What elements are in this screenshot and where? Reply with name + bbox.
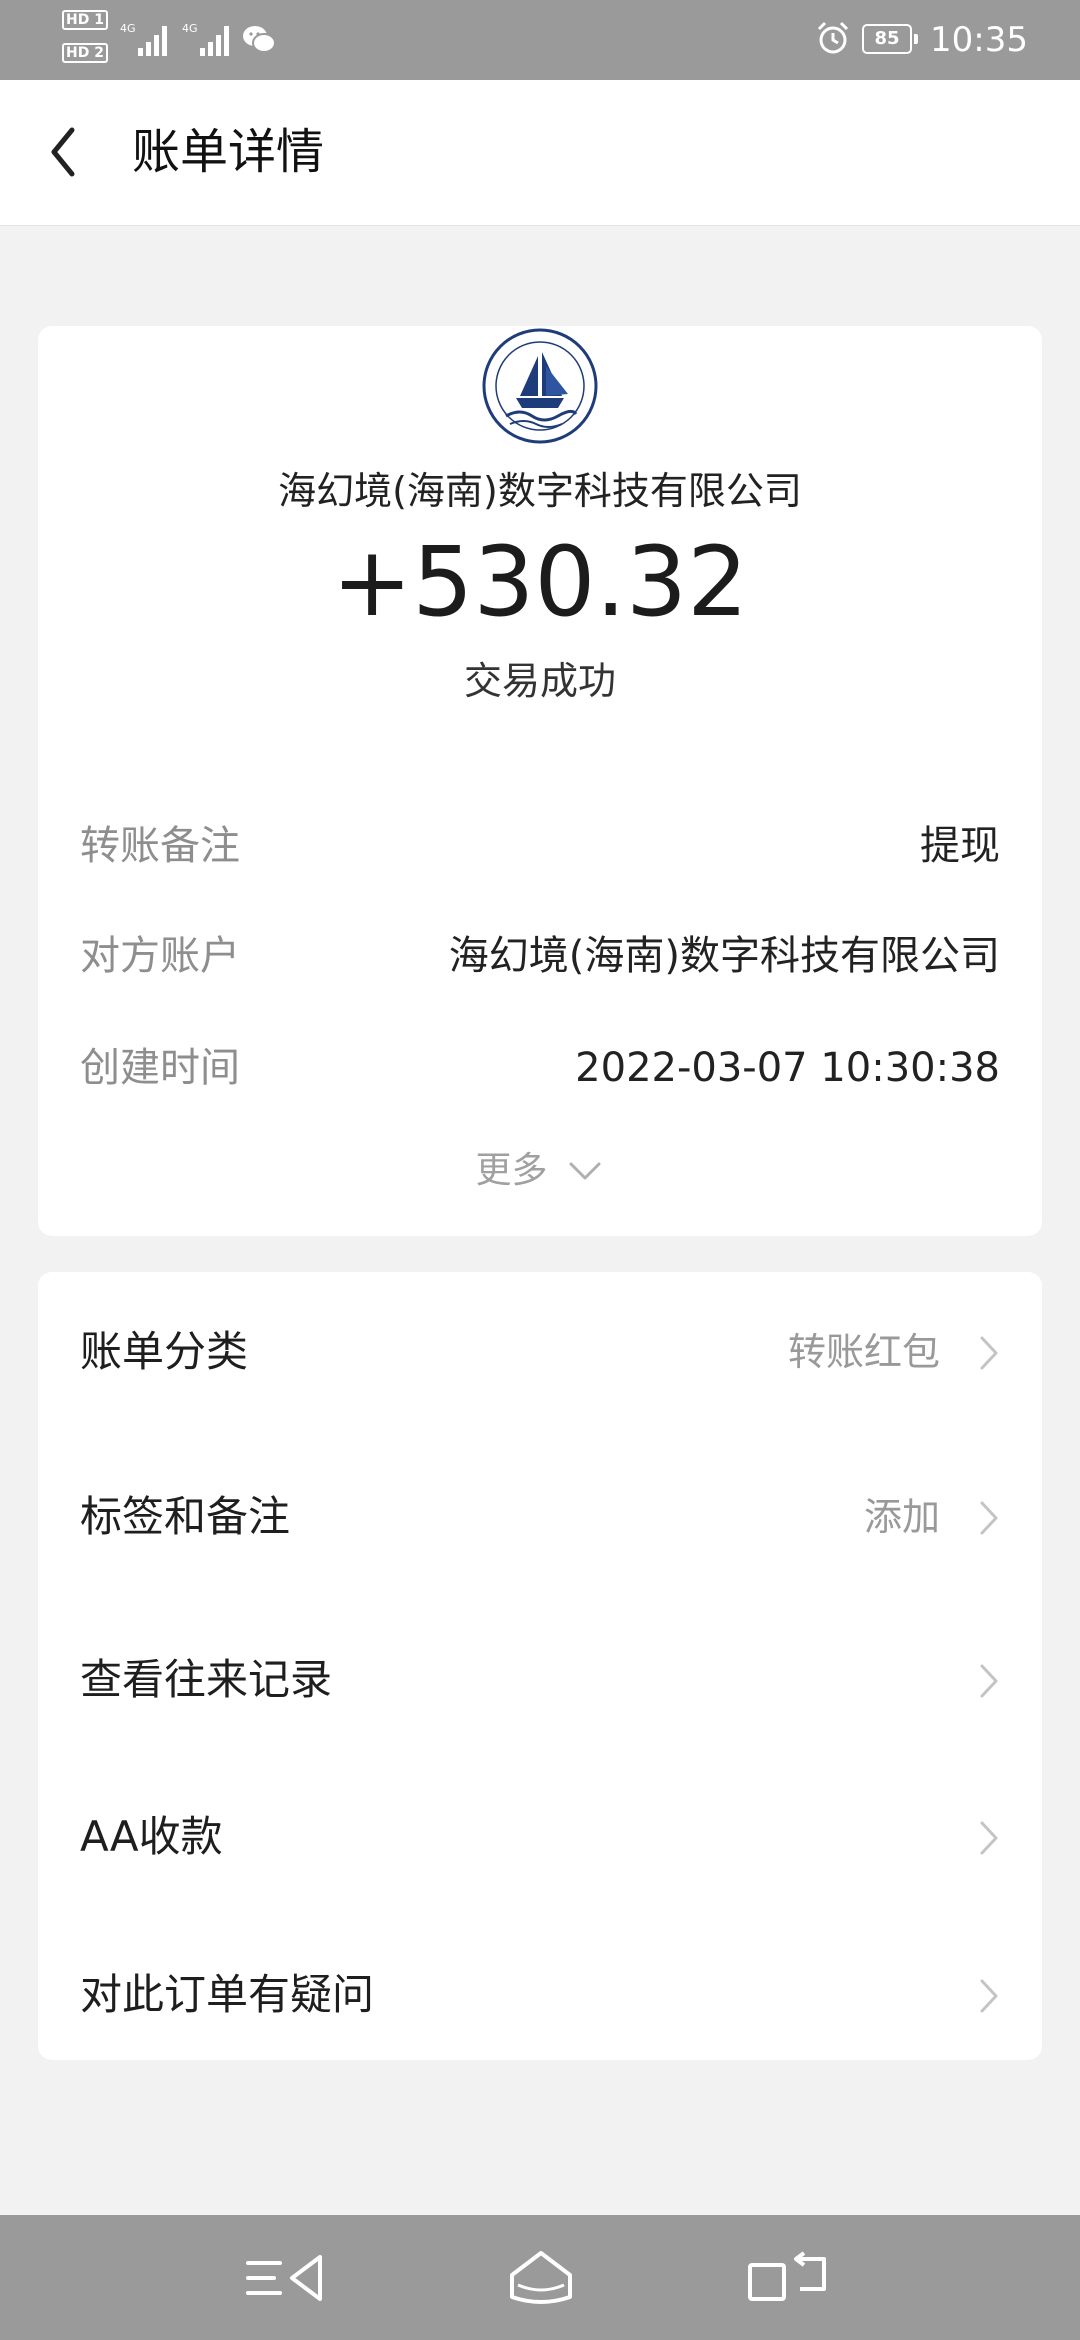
system-nav-bar (0, 2215, 1080, 2340)
page-title: 账单详情 (132, 124, 325, 180)
alarm-icon (817, 21, 849, 54)
hd1-indicator: HD 1 (62, 10, 108, 30)
more-label: 更多 (475, 1150, 548, 1191)
chevron-left-icon[interactable] (40, 120, 90, 184)
chevron-right-icon (980, 1821, 998, 1855)
hd2-label: HD 2 (62, 43, 108, 63)
menu-item-label: 账单分类 (80, 1327, 249, 1376)
menu-item-value: 添加 (863, 1495, 940, 1539)
svg-text:4G: 4G (182, 22, 198, 35)
menu-item-order-question[interactable]: 对此订单有疑问 (38, 1935, 1042, 2055)
counterparty-name: 海幻境(海南)数字科技有限公司 (278, 469, 802, 513)
detail-row-created-time: 创建时间 2022-03-07 10:30:38 (80, 1038, 1000, 1098)
transaction-status: 交易成功 (463, 659, 616, 703)
menu-item-transaction-history[interactable]: 查看往来记录 (38, 1620, 1042, 1740)
clock: 10:35 (930, 20, 1028, 60)
wechat-icon (243, 26, 276, 53)
menu-item-value: 转账红包 (787, 1330, 940, 1374)
signal-4g-icon: 4G (120, 22, 167, 56)
detail-label: 对方账户 (80, 933, 240, 979)
nav-recent-apps-icon[interactable] (742, 2245, 832, 2311)
svg-text:4G: 4G (120, 22, 136, 35)
chevron-right-icon (980, 1501, 998, 1535)
detail-row-account: 对方账户 海幻境(海南)数字科技有限公司 (80, 926, 1000, 986)
status-bar: HD 1 HD 2 4G 4G 85 10:35 (0, 0, 1080, 80)
detail-value: 海幻境(海南)数字科技有限公司 (448, 933, 1000, 979)
battery-icon: 85 (862, 24, 918, 54)
sailing-ship-logo (482, 328, 598, 444)
signal-4g-icon: 4G (182, 22, 229, 56)
detail-value: 提现 (920, 823, 1000, 869)
app-header: 账单详情 (0, 80, 1080, 226)
chevron-right-icon (980, 1336, 998, 1370)
menu-item-aa-collect[interactable]: AA收款 (38, 1777, 1042, 1897)
detail-label: 转账备注 (80, 823, 240, 869)
chevron-right-icon (980, 1979, 998, 2013)
transaction-summary-card: 海幻境(海南)数字科技有限公司 +530.32 交易成功 转账备注 提现 对方账… (38, 326, 1042, 1236)
menu-item-label: AA收款 (80, 1812, 223, 1861)
menu-item-label: 查看往来记录 (80, 1655, 333, 1704)
chevron-right-icon (980, 1664, 998, 1698)
chevron-down-icon (569, 1162, 601, 1180)
nav-home-icon[interactable] (496, 2245, 586, 2311)
detail-value: 2022-03-07 10:30:38 (575, 1045, 1000, 1091)
menu-item-tags-notes[interactable]: 标签和备注 添加 (38, 1457, 1042, 1577)
hd2-indicator: HD 2 (62, 43, 108, 63)
nav-back-icon[interactable] (240, 2245, 330, 2311)
menu-item-label: 对此订单有疑问 (80, 1970, 375, 2019)
transaction-amount: +530.32 (331, 526, 749, 638)
detail-label: 创建时间 (80, 1045, 240, 1091)
menu-item-label: 标签和备注 (80, 1492, 291, 1541)
hd1-label: HD 1 (62, 10, 108, 30)
bill-actions-card: 账单分类 转账红包 标签和备注 添加 查看往来记录 AA收款 对此订单有疑问 (38, 1272, 1042, 2060)
detail-row-remark: 转账备注 提现 (80, 816, 1000, 876)
more-button[interactable]: 更多 (38, 1146, 1042, 1196)
menu-item-bill-category[interactable]: 账单分类 转账红包 (38, 1292, 1042, 1412)
